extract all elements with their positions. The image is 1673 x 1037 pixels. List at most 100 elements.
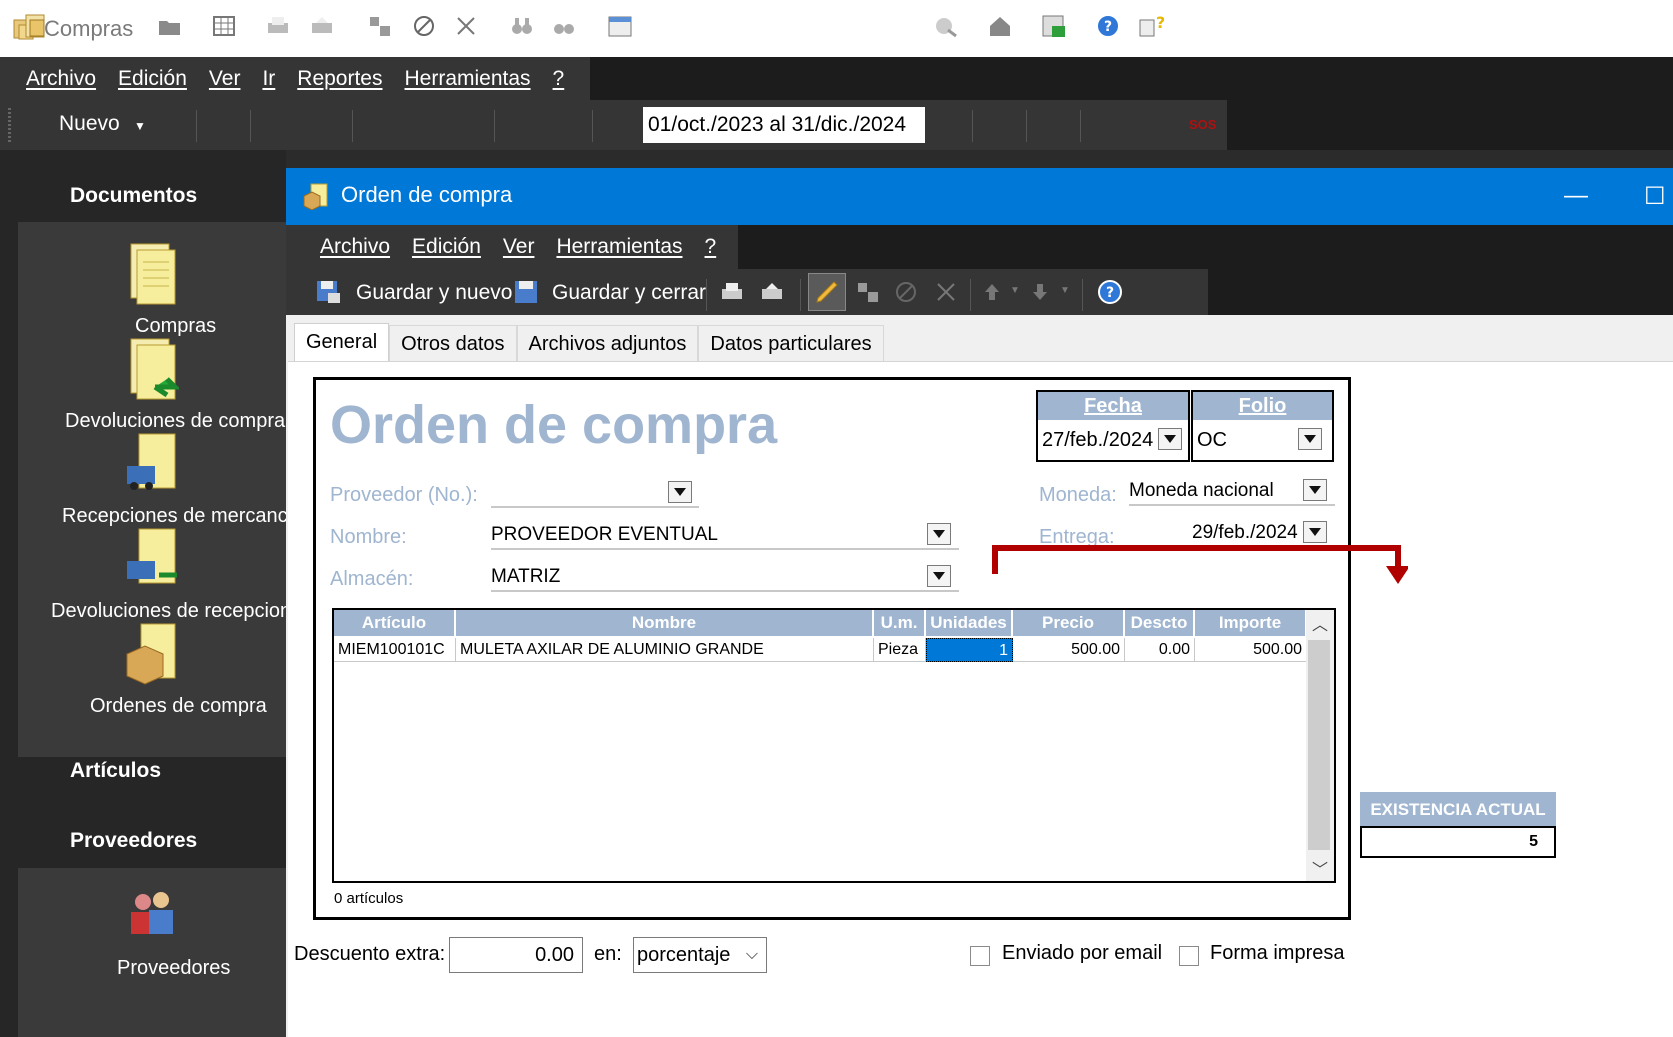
- nav-item-proveedores[interactable]: Proveedores: [18, 882, 286, 980]
- minimize-icon[interactable]: —: [1564, 182, 1588, 210]
- cell-descto[interactable]: 0.00: [1125, 638, 1195, 662]
- print-preview-icon[interactable]: [758, 278, 786, 306]
- cut-icon[interactable]: [452, 12, 480, 40]
- maximize-icon[interactable]: ☐: [1644, 182, 1666, 211]
- entrega-dropdown-icon[interactable]: [1303, 521, 1327, 543]
- tab-general[interactable]: General: [294, 323, 390, 361]
- home-icon[interactable]: [986, 12, 1014, 40]
- folio-field[interactable]: OC: [1193, 420, 1332, 460]
- new-dropdown-icon[interactable]: ▼: [134, 119, 146, 133]
- cell-articulo[interactable]: MIEM100101C: [334, 638, 456, 662]
- col-importe[interactable]: Importe: [1195, 610, 1307, 636]
- save-new-icon[interactable]: [314, 278, 342, 306]
- menu-edicion[interactable]: Edición: [118, 67, 187, 91]
- nombre-dropdown-icon[interactable]: [927, 523, 951, 545]
- col-articulo[interactable]: Artículo: [334, 610, 456, 636]
- child-menu-ver[interactable]: Ver: [503, 235, 535, 259]
- nav-section-documentos[interactable]: Documentos: [70, 184, 197, 208]
- save-new-button[interactable]: Guardar y nuevo: [356, 281, 512, 305]
- descuento-input[interactable]: 0.00: [449, 937, 583, 973]
- lock-transfer-icon[interactable]: [366, 12, 394, 40]
- nav-item-devoluciones-compra[interactable]: Devoluciones de compra: [18, 335, 286, 433]
- menu-archivo[interactable]: Archivo: [26, 67, 96, 91]
- new-document-icon[interactable]: [22, 12, 50, 40]
- child-menu-help[interactable]: ?: [705, 235, 717, 259]
- col-nombre[interactable]: Nombre: [456, 610, 874, 636]
- cancel-icon[interactable]: [410, 12, 438, 40]
- menu-ir[interactable]: Ir: [262, 67, 275, 91]
- print-icon[interactable]: [264, 12, 292, 40]
- orden-compra-icon: [303, 183, 328, 210]
- scroll-up-icon[interactable]: ︿: [1306, 610, 1334, 636]
- cell-unidades[interactable]: 1: [926, 638, 1013, 662]
- col-descto[interactable]: Descto: [1125, 610, 1195, 636]
- existencia-value: 5: [1360, 826, 1556, 858]
- moneda-dropdown-icon[interactable]: [1303, 479, 1327, 501]
- nav-section-proveedores[interactable]: Proveedores: [70, 829, 197, 853]
- nav-item-devoluciones-recepcion[interactable]: Devoluciones de recepcion: [18, 525, 291, 623]
- grid-scrollbar[interactable]: ︿ ﹀: [1306, 610, 1334, 881]
- menu-reportes[interactable]: Reportes: [297, 67, 382, 91]
- almacen-dropdown-icon[interactable]: [927, 565, 951, 587]
- edit-toggle-button[interactable]: [808, 273, 846, 311]
- cut-icon[interactable]: [932, 278, 960, 306]
- new-button[interactable]: Nuevo: [59, 112, 120, 136]
- menu-herramientas[interactable]: Herramientas: [405, 67, 531, 91]
- toolbar-grip[interactable]: [8, 108, 11, 142]
- move-up-dropdown-icon[interactable]: ▼: [1010, 285, 1020, 296]
- en-select[interactable]: porcentaje ⌵: [633, 937, 767, 973]
- cell-nombre[interactable]: MULETA AXILAR DE ALUMINIO GRANDE: [456, 638, 874, 662]
- col-precio[interactable]: Precio: [1013, 610, 1125, 636]
- col-unidades[interactable]: Unidades: [926, 610, 1013, 636]
- fecha-field[interactable]: 27/feb./2024: [1038, 420, 1188, 460]
- proveedor-dropdown-icon[interactable]: [668, 481, 692, 503]
- col-um[interactable]: U.m.: [874, 610, 926, 636]
- tab-archivos-adjuntos[interactable]: Archivos adjuntos: [516, 325, 699, 361]
- child-menu-archivo[interactable]: Archivo: [320, 235, 390, 259]
- whats-this-icon[interactable]: ?: [1136, 12, 1164, 40]
- nav-item-recepciones[interactable]: Recepciones de mercancía: [18, 430, 304, 528]
- move-down-icon[interactable]: [1026, 278, 1054, 306]
- enviado-email-checkbox[interactable]: [970, 946, 990, 966]
- save-close-button[interactable]: Guardar y cerrar: [552, 281, 706, 305]
- save-close-icon[interactable]: [512, 278, 540, 306]
- move-down-dropdown-icon[interactable]: ▼: [1060, 285, 1070, 296]
- tab-otros-datos[interactable]: Otros datos: [389, 325, 517, 361]
- nav-item-compras[interactable]: Compras: [18, 240, 286, 338]
- scroll-thumb[interactable]: [1308, 640, 1330, 850]
- print-icon[interactable]: [718, 278, 746, 306]
- child-menu-edicion[interactable]: Edición: [412, 235, 481, 259]
- cell-precio[interactable]: 500.00: [1013, 638, 1125, 662]
- find-next-icon[interactable]: [550, 12, 578, 40]
- find-icon[interactable]: [508, 12, 536, 40]
- table-row[interactable]: MIEM100101C MULETA AXILAR DE ALUMINIO GR…: [334, 638, 1307, 662]
- help-icon[interactable]: ?: [1094, 12, 1122, 40]
- lock-transfer-icon[interactable]: [854, 278, 882, 306]
- fecha-dropdown-icon[interactable]: [1158, 428, 1182, 450]
- grid-view-icon[interactable]: [210, 12, 238, 40]
- child-title: Orden de compra: [341, 182, 513, 207]
- cell-importe[interactable]: 500.00: [1195, 638, 1307, 662]
- cancel-icon[interactable]: [892, 278, 920, 306]
- menu-help[interactable]: ?: [553, 67, 565, 91]
- nav-item-ordenes-compra[interactable]: Ordenes de compra: [18, 620, 286, 718]
- nav-section-articulos[interactable]: Artículos: [70, 759, 161, 783]
- export-excel-icon[interactable]: [1040, 12, 1068, 40]
- move-up-icon[interactable]: [978, 278, 1006, 306]
- refresh-icon[interactable]: [932, 12, 960, 40]
- almacen-field[interactable]: MATRIZ: [491, 564, 959, 592]
- cell-um[interactable]: Pieza: [874, 638, 926, 662]
- print-preview-icon[interactable]: [308, 12, 336, 40]
- child-menu-herramientas[interactable]: Herramientas: [556, 235, 682, 259]
- scroll-down-icon[interactable]: ﹀: [1306, 855, 1334, 881]
- forma-impresa-checkbox[interactable]: [1179, 946, 1199, 966]
- help-icon[interactable]: ?: [1096, 278, 1124, 306]
- sos-button[interactable]: SOS: [1189, 117, 1216, 132]
- date-range-field[interactable]: 01/oct./2023 al 31/dic./2024: [643, 107, 925, 143]
- open-folder-icon[interactable]: [156, 12, 184, 40]
- nombre-field[interactable]: PROVEEDOR EVENTUAL: [491, 522, 959, 550]
- folio-dropdown-icon[interactable]: [1298, 428, 1322, 450]
- tab-datos-particulares[interactable]: Datos particulares: [698, 325, 884, 361]
- menu-ver[interactable]: Ver: [209, 67, 241, 91]
- calendar-icon[interactable]: [606, 12, 634, 40]
